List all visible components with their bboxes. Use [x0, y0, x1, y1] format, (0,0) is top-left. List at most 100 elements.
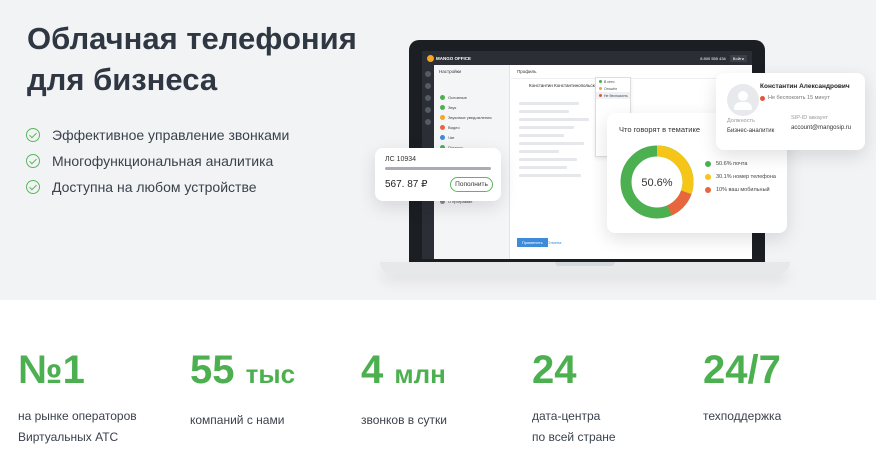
form-line — [519, 166, 567, 169]
status-dot-icon — [760, 95, 765, 101]
form-line — [519, 110, 569, 113]
title-line-2: для бизнеса — [27, 62, 218, 97]
topbar-right: 8 800 555 434 Войти — [700, 54, 747, 62]
nav-icon[interactable] — [425, 95, 431, 101]
user-status-text: Не беспокоить 15 минут — [768, 95, 830, 101]
stat-value: №1 — [18, 348, 85, 392]
settings-item-icon — [440, 104, 445, 110]
top-up-button[interactable]: Пополнить — [450, 177, 493, 192]
feature-item: Многофункциональная аналитика — [26, 148, 289, 174]
user-status: Не беспокоить 15 минут — [760, 95, 830, 101]
feature-item: Эффективное управление звонками — [26, 122, 289, 148]
legend-label: 30.1% номер телефона — [716, 173, 776, 180]
status-dot-icon — [599, 80, 602, 83]
title-line-1: Облачная телефония — [27, 21, 357, 56]
dropdown-item-label: Отошёл — [604, 86, 618, 91]
settings-item-icon — [440, 124, 445, 130]
topbar-button[interactable]: Войти — [729, 54, 747, 62]
settings-item[interactable]: Звук — [434, 102, 509, 112]
stat-desc-line: дата-центра — [532, 409, 601, 423]
stat-support: 24/7 техподдержка — [703, 348, 781, 427]
legend-dot-icon — [705, 186, 711, 193]
nav-icon[interactable] — [425, 71, 431, 77]
stat-rank: №1 на рынке операторов Виртуальных АТС — [18, 348, 137, 448]
account-label: ЛС 10934 — [385, 156, 417, 163]
stat-description: на рынке операторов Виртуальных АТС — [18, 406, 137, 448]
laptop-base — [380, 262, 790, 274]
sip-label: SIP-ID аккаунт — [791, 115, 829, 121]
stat-companies: 55 тыс компаний с нами — [190, 348, 295, 431]
donut-center-value: 50.6% — [641, 177, 672, 189]
brand-text: MANGO OFFICE — [436, 55, 471, 61]
form-line — [519, 174, 581, 177]
stat-description: техподдержка — [703, 406, 781, 427]
settings-item[interactable]: Звуковые уведомления — [434, 112, 509, 122]
form-line — [519, 158, 577, 161]
status-dot-icon — [599, 87, 602, 90]
user-card: Константин Александрович Не беспокоить 1… — [716, 73, 865, 150]
app-topbar: MANGO OFFICE 8 800 555 434 Войти — [422, 51, 752, 65]
stat-desc-line: Виртуальных АТС — [18, 430, 119, 444]
dropdown-item-label: В сети — [604, 79, 615, 84]
settings-item-icon — [440, 114, 445, 120]
logo-icon — [427, 54, 434, 62]
feature-item: Доступна на любом устройстве — [26, 174, 289, 200]
stat-value: 55 тыс — [190, 348, 295, 396]
settings-item-icon — [440, 134, 445, 140]
stat-description: дата-центра по всей стране — [532, 406, 616, 448]
save-button[interactable]: Применить — [517, 238, 548, 247]
stat-value: 4 млн — [361, 348, 447, 396]
stat-value: 24 — [532, 348, 577, 392]
settings-item-label: Видео — [448, 124, 460, 130]
donut-chart: 50.6% — [620, 145, 694, 219]
topics-title: Что говорят в тематике — [619, 125, 700, 134]
stat-description: компаний с нами — [190, 410, 295, 431]
legend-dot-icon — [705, 160, 711, 167]
legend-item: 10% ваш мобильный — [705, 183, 776, 196]
legend-label: 10% ваш мобильный — [716, 186, 770, 193]
settings-item-icon — [440, 94, 445, 100]
nav-icon[interactable] — [425, 119, 431, 125]
stat-desc-line: по всей стране — [532, 430, 616, 444]
form-line — [519, 134, 564, 137]
form-line — [519, 150, 559, 153]
settings-item[interactable]: Чат — [434, 132, 509, 142]
dropdown-item[interactable]: В сети — [596, 78, 630, 85]
check-icon — [26, 180, 40, 194]
form-line — [519, 102, 579, 105]
dropdown-item[interactable]: Не беспокоить — [596, 92, 630, 99]
account-divider — [385, 167, 491, 170]
position-label: Должность — [727, 118, 755, 124]
dropdown-item[interactable]: Отошёл — [596, 85, 630, 92]
sip-value: account@mangosip.ru — [791, 125, 852, 131]
topics-legend: 50.6% почта 30.1% номер телефона 10% ваш… — [705, 157, 776, 196]
avatar — [727, 84, 759, 116]
stat-desc-line: компаний с нами — [190, 413, 285, 427]
settings-item[interactable]: Основные — [434, 92, 509, 102]
legend-item: 30.1% номер телефона — [705, 170, 776, 183]
app-brand: MANGO OFFICE — [427, 54, 471, 62]
check-icon — [26, 154, 40, 168]
page-title: Облачная телефония для бизнеса — [27, 18, 357, 100]
stat-unit: тыс — [245, 359, 296, 389]
settings-item[interactable]: Видео — [434, 122, 509, 132]
feature-list: Эффективное управление звонками Многофун… — [26, 122, 289, 200]
user-name: Константин Александрович — [760, 83, 850, 90]
nav-icon[interactable] — [425, 107, 431, 113]
cancel-button[interactable]: Отмена — [545, 238, 563, 247]
legend-item: 50.6% почта — [705, 157, 776, 170]
position-value: Бизнес-аналитик — [727, 128, 775, 134]
legend-dot-icon — [705, 173, 711, 180]
settings-item-label: Основные — [448, 94, 467, 100]
settings-item-label: Звук — [448, 104, 457, 110]
legend-label: 50.6% почта — [716, 160, 748, 167]
stat-number: 4 — [361, 348, 384, 392]
stat-number: 55 — [190, 348, 235, 392]
nav-icon[interactable] — [425, 83, 431, 89]
status-dot-icon — [599, 94, 602, 97]
feature-label: Доступна на любом устройстве — [52, 179, 257, 195]
account-card: ЛС 10934 567. 87 ₽ Пополнить — [375, 148, 501, 201]
stat-description: звонков в сутки — [361, 410, 447, 431]
check-icon — [26, 128, 40, 142]
stat-unit: млн — [394, 359, 446, 389]
